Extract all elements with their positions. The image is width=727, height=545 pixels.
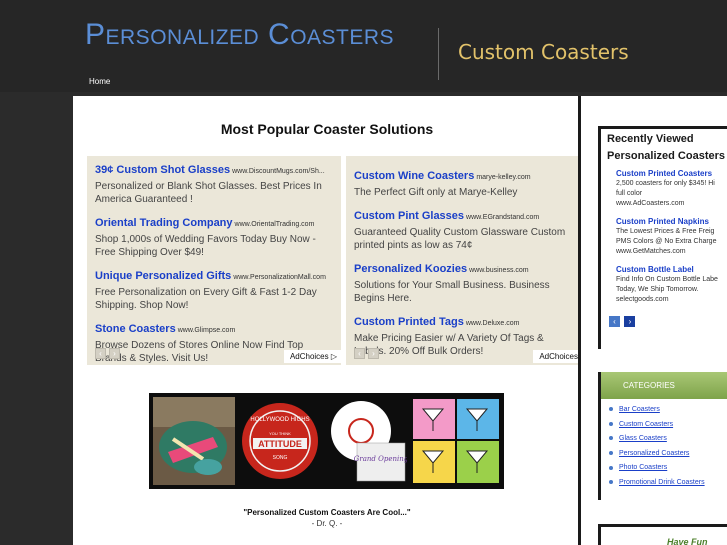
grand-opening-coaster-image: Grand Opening <box>325 397 407 485</box>
site-title[interactable]: Personalized Coasters <box>85 18 394 52</box>
ad-title[interactable]: Stone Coasters <box>95 323 176 335</box>
ad-url[interactable]: www.EGrandstand.com <box>466 214 539 221</box>
ad-block-left: 39¢ Custom Shot Glasses www.DiscountMugs.… <box>87 156 341 365</box>
attitude-text: ATTITUDE <box>258 439 302 449</box>
have-fun-widget: Have Fun <box>598 524 727 545</box>
adchoices-link[interactable]: AdChoices <box>533 350 582 363</box>
ad-item[interactable]: Custom Wine Coasters marye-kelley.com The… <box>354 168 578 199</box>
hollywood-highs-coaster-image: HOLLYWOOD HIGHS YOU THINK ATTITUDE SONG <box>239 397 321 485</box>
attitude-line2: SONG <box>273 455 288 461</box>
ad-url[interactable]: www.DiscountMugs.com/Sh... <box>232 168 325 175</box>
nav-home-link[interactable]: Home <box>89 77 110 86</box>
category-item[interactable]: Bar Coasters <box>609 403 727 418</box>
ad-description: The Perfect Gift only at Marye-Kelley <box>354 187 518 198</box>
category-link[interactable]: Custom Coasters <box>619 421 673 428</box>
sidebar-ad-title[interactable]: Custom Printed Coasters <box>616 169 727 179</box>
category-item[interactable]: Promotional Drink Coasters <box>609 476 727 491</box>
have-fun-heading: Have Fun <box>667 537 708 545</box>
category-item[interactable]: Photo Coasters <box>609 461 727 476</box>
sidebar-ad-desc: Today, We Ship Tomorrow. <box>616 286 699 293</box>
main-content: Most Popular Coaster Solutions 39¢ Custo… <box>73 96 582 545</box>
recent-heading-line1: Recently Viewed <box>607 133 694 145</box>
category-link[interactable]: Bar Coasters <box>619 406 660 413</box>
ad-item[interactable]: Custom Pint Glasses www.EGrandstand.com G… <box>354 208 578 252</box>
ad-item[interactable]: Unique Personalized Gifts www.Personaliza… <box>95 268 337 312</box>
ad-title[interactable]: Unique Personalized Gifts <box>95 270 231 282</box>
ad-title[interactable]: Custom Wine Coasters <box>354 170 474 182</box>
categories-widget: CATEGORIES Bar Coasters Custom Coasters … <box>598 372 727 500</box>
ad-description: Guaranteed Quality Custom Glassware Cust… <box>354 227 566 251</box>
category-link[interactable]: Photo Coasters <box>619 464 667 471</box>
recent-heading-line2: Personalized Coasters <box>607 150 725 162</box>
quote-author: - Dr. Q. - <box>311 519 343 528</box>
category-item[interactable]: Glass Coasters <box>609 432 727 447</box>
sidebar-ad-desc: Find Info On Custom Bottle Labe <box>616 276 718 283</box>
prev-arrow-icon[interactable]: ‹ <box>354 348 365 359</box>
ad-description: Personalized or Blank Shot Glasses. Best… <box>95 181 322 205</box>
attitude-line1: YOU THINK <box>269 431 291 436</box>
category-link[interactable]: Glass Coasters <box>619 435 667 442</box>
next-arrow-icon[interactable]: › <box>368 348 379 359</box>
ad-block-right: Custom Wine Coasters marye-kelley.com The… <box>346 156 582 365</box>
ad-item[interactable]: 39¢ Custom Shot Glasses www.DiscountMugs.… <box>95 162 337 206</box>
bullet-icon <box>609 450 613 455</box>
categories-header: CATEGORIES <box>601 372 727 399</box>
sidebar-ad-desc: The Lowest Prices & Free Freig <box>616 228 715 235</box>
ad-url[interactable]: www.PersonalizationMall.com <box>233 274 326 281</box>
ad-title[interactable]: Oriental Trading Company <box>95 217 233 229</box>
ad-description: Solutions for Your Small Business. Busin… <box>354 280 550 304</box>
recently-viewed-widget: Recently Viewed Personalized Coasters Cu… <box>598 126 727 349</box>
ad-url[interactable]: www.Deluxe.com <box>466 320 520 327</box>
site-header: Personalized Coasters Custom Coasters Ho… <box>0 0 727 92</box>
bullet-icon <box>609 436 613 441</box>
prev-arrow-icon[interactable]: ‹ <box>95 348 106 359</box>
categories-list: Bar Coasters Custom Coasters Glass Coast… <box>601 399 727 491</box>
tropical-coaster-image <box>153 397 235 485</box>
ad-title[interactable]: Custom Pint Glasses <box>354 210 464 222</box>
category-item[interactable]: Custom Coasters <box>609 418 727 433</box>
ad-url[interactable]: marye-kelley.com <box>476 174 530 181</box>
sidebar-ad[interactable]: Custom Printed Coasters 2,500 coasters f… <box>601 169 727 209</box>
bullet-icon <box>609 421 613 426</box>
sidebar-ad-desc: PMS Colors @ No Extra Charge <box>616 238 717 245</box>
bullet-icon <box>609 407 613 412</box>
ad-url[interactable]: www.business.com <box>469 267 529 274</box>
ad-description: Free Personalization on Every Gift & Fas… <box>95 287 317 311</box>
sidebar: Recently Viewed Personalized Coasters Cu… <box>581 96 727 545</box>
page-heading: Most Popular Coaster Solutions <box>220 121 434 137</box>
quote-text: "Personalized Custom Coasters Are Cool..… <box>243 508 411 517</box>
martini-coasters-image <box>411 397 501 485</box>
prev-arrow-icon[interactable]: ‹ <box>609 316 620 327</box>
ad-url[interactable]: www.OrientalTrading.com <box>235 221 315 228</box>
ad-title[interactable]: Personalized Koozies <box>354 263 467 275</box>
sidebar-ad-url[interactable]: www.AdCoasters.com <box>616 199 727 209</box>
sidebar-ad-title[interactable]: Custom Printed Napkins <box>616 217 727 227</box>
hollywood-text: HOLLYWOOD HIGHS <box>250 417 309 423</box>
ad-url[interactable]: www.Glimpse.com <box>178 327 236 334</box>
ad-item[interactable]: Oriental Trading Company www.OrientalTrad… <box>95 215 337 259</box>
category-item[interactable]: Personalized Coasters <box>609 447 727 462</box>
coaster-image-strip: HOLLYWOOD HIGHS YOU THINK ATTITUDE SONG … <box>149 393 504 489</box>
category-link[interactable]: Personalized Coasters <box>619 450 689 457</box>
next-arrow-icon[interactable]: › <box>624 316 636 327</box>
sidebar-ad-url[interactable]: selectgoods.com <box>616 295 727 305</box>
bullet-icon <box>609 465 613 470</box>
ad-description: Shop 1,000s of Wedding Favors Today Buy … <box>95 234 316 258</box>
site-tagline: Custom Coasters <box>458 40 629 64</box>
ad-title[interactable]: 39¢ Custom Shot Glasses <box>95 164 230 176</box>
sidebar-ad-desc: 2,500 coasters for only $345! Hi <box>616 180 715 187</box>
adchoices-link[interactable]: AdChoices ▷ <box>283 350 341 363</box>
sidebar-ad[interactable]: Custom Bottle Label Find Info On Custom … <box>601 265 727 305</box>
bullet-icon <box>609 480 613 485</box>
sidebar-ad-desc: full color <box>616 190 643 197</box>
next-arrow-icon[interactable]: › <box>109 348 120 359</box>
sidebar-ad-url[interactable]: www.GetMatches.com <box>616 247 727 257</box>
ad-item[interactable]: Personalized Koozies www.business.com Sol… <box>354 261 578 305</box>
header-divider <box>438 28 439 80</box>
grand-opening-text: Grand Opening <box>354 455 407 463</box>
sidebar-ad-title[interactable]: Custom Bottle Label <box>616 265 727 275</box>
category-link[interactable]: Promotional Drink Coasters <box>619 479 705 486</box>
sidebar-ad[interactable]: Custom Printed Napkins The Lowest Prices… <box>601 217 727 257</box>
ad-title[interactable]: Custom Printed Tags <box>354 316 464 328</box>
